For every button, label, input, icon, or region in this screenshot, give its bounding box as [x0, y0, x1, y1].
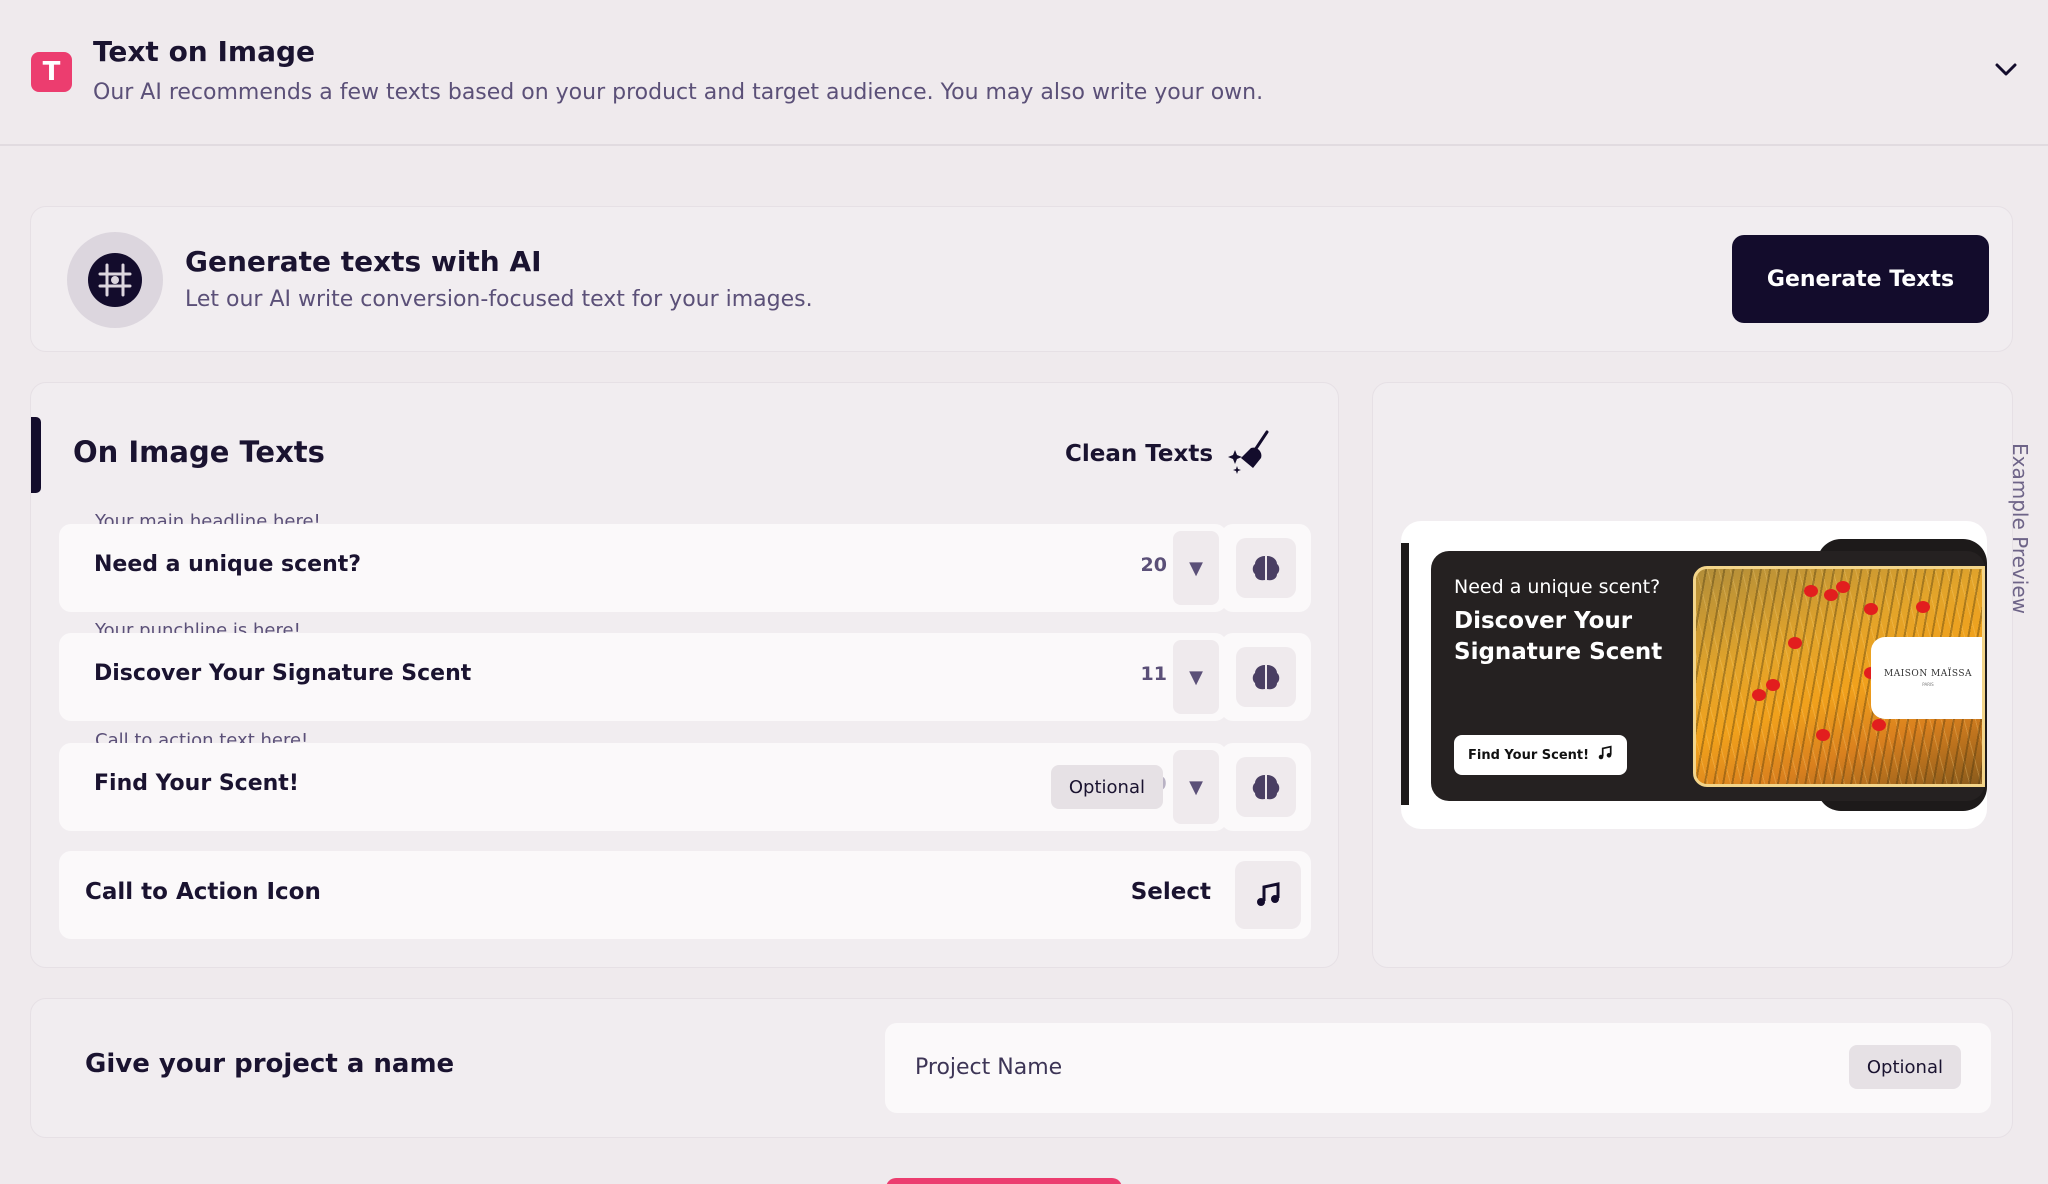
headline-value[interactable]: Need a unique scent? — [94, 552, 361, 577]
text-icon: T — [31, 52, 72, 92]
ai-card-title: Generate texts with AI — [185, 245, 542, 278]
brand-sub: PARIS — [1922, 682, 1934, 687]
broom-sparkle-icon — [1227, 428, 1273, 480]
headline-char-count: 20 — [1140, 554, 1167, 576]
ad-left-edge — [1401, 543, 1409, 805]
section-subtitle: Our AI recommends a few texts based on y… — [93, 80, 1264, 105]
brand-product-card: MAISON MAÏSSA PARIS — [1871, 637, 1982, 719]
next-button[interactable] — [886, 1178, 1122, 1184]
brain-icon — [1236, 757, 1296, 817]
punchline-char-count: 11 — [1140, 663, 1167, 685]
ad-punchline: Discover Your Signature Scent — [1454, 608, 1663, 665]
headline-dropdown-toggle[interactable]: ▼ — [1173, 531, 1219, 605]
cta-field[interactable]: Find Your Scent! 9 Optional ▼ — [59, 743, 1227, 831]
headline-ai-button[interactable] — [1221, 524, 1311, 612]
example-preview-label: Example Preview — [2008, 443, 2032, 614]
project-name-card: Give your project a name Optional — [30, 998, 2013, 1138]
select-icon-label[interactable]: Select — [1131, 879, 1211, 905]
on-image-texts-card: On Image Texts Clean Texts Your main hea… — [30, 382, 1339, 968]
cta-icon-row[interactable]: Call to Action Icon Select — [59, 851, 1311, 939]
ai-brain-icon — [67, 232, 163, 328]
project-name-field[interactable]: Optional — [885, 1023, 1991, 1113]
punchline-ai-button[interactable] — [1221, 633, 1311, 721]
section-title: Text on Image — [93, 35, 316, 68]
ad-cta-button: Find Your Scent! — [1454, 735, 1628, 775]
generate-ai-card: Generate texts with AI Let our AI write … — [30, 206, 2013, 352]
clean-texts-label: Clean Texts — [1065, 441, 1214, 467]
cta-dropdown-toggle[interactable]: ▼ — [1173, 750, 1219, 824]
brand-name: MAISON MAÏSSA — [1884, 669, 1972, 679]
cta-value[interactable]: Find Your Scent! — [94, 771, 299, 796]
headline-field[interactable]: Need a unique scent? 20 ▼ — [59, 524, 1227, 612]
punchline-value[interactable]: Discover Your Signature Scent — [94, 661, 471, 686]
music-note-icon[interactable] — [1235, 861, 1301, 929]
cta-ai-button[interactable] — [1221, 743, 1311, 831]
project-name-input[interactable] — [915, 1049, 1815, 1085]
project-optional-badge: Optional — [1848, 1045, 1961, 1089]
example-preview-card: Example Preview Need a unique scent? Dis… — [1372, 382, 2032, 968]
clean-texts-button[interactable]: Clean Texts — [1065, 429, 1273, 479]
ad-product-photo: MAISON MAÏSSA PARIS — [1693, 566, 1985, 787]
chevron-down-icon[interactable] — [1986, 56, 2026, 84]
generate-texts-button[interactable]: Generate Texts — [1732, 235, 1989, 323]
punchline-field[interactable]: Discover Your Signature Scent 11 ▼ — [59, 633, 1227, 721]
punchline-dropdown-toggle[interactable]: ▼ — [1173, 640, 1219, 714]
project-name-label: Give your project a name — [85, 1049, 455, 1079]
text-on-image-header[interactable]: T Text on Image Our AI recommends a few … — [0, 0, 2048, 146]
cta-optional-badge: Optional — [1050, 765, 1163, 809]
ai-card-subtitle: Let our AI write conversion-focused text… — [185, 287, 813, 312]
brain-icon — [1236, 538, 1296, 598]
ad-headline: Need a unique scent? — [1454, 576, 1661, 598]
ad-cta-label: Find Your Scent! — [1468, 747, 1590, 763]
brain-icon — [1236, 647, 1296, 707]
accent-bar — [31, 417, 41, 493]
cta-icon-label: Call to Action Icon — [85, 879, 321, 905]
ad-preview: Need a unique scent? Discover Your Signa… — [1431, 551, 1985, 801]
music-note-icon — [1597, 745, 1613, 765]
on-image-texts-title: On Image Texts — [73, 435, 325, 469]
preview-frame: Need a unique scent? Discover Your Signa… — [1401, 521, 1987, 829]
